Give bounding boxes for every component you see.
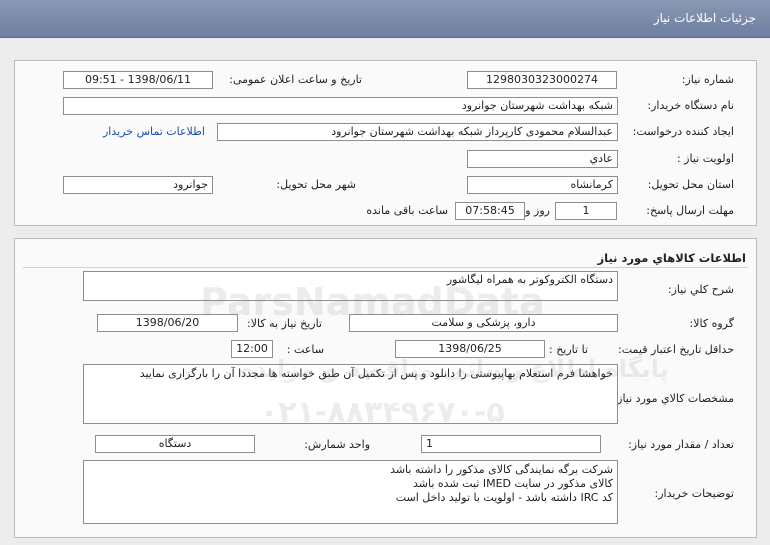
deadline-time-field: 07:58:45 <box>455 202 525 220</box>
group-label: گروه کالا: <box>689 317 734 330</box>
buyer-notes-label: توضيحات خريدار: <box>654 487 735 500</box>
min-validity-label: حداقل تاريخ اعتبار قيمت: <box>618 343 734 356</box>
goods-section-title: اطلاعات کالاهاي مورد نياز <box>597 251 746 265</box>
province-field: کرمانشاه <box>467 176 618 194</box>
need-info-panel: شماره نياز: 1298030323000274 تاريخ و ساع… <box>14 60 757 226</box>
announce-date-field: 1398/06/11 - 09:51 <box>63 71 213 89</box>
specs-field: خواهشا فرم استعلام بهاپیوستی را دانلود و… <box>83 364 618 424</box>
need-number-label: شماره نياز: <box>681 73 734 86</box>
buyer-note-line: کد IRC داشته باشد - اولویت با تولید داخل… <box>395 491 613 504</box>
unit-field: دستگاه <box>95 435 255 453</box>
buyer-note-line: شرکت برگه نمایندگی کالای مذکور را داشته … <box>390 463 613 476</box>
group-field: دارو، پزشکی و سلامت <box>349 314 618 332</box>
priority-label: اولويت نياز : <box>676 152 734 165</box>
goods-info-panel: اطلاعات کالاهاي مورد نياز شرح کلي نياز: … <box>14 238 757 538</box>
buyer-notes-field: شرکت برگه نمایندگی کالای مذکور را داشته … <box>83 460 618 524</box>
remaining-label: ساعت باقی مانده <box>366 204 448 217</box>
creator-label: ايجاد کننده درخواست: <box>632 125 734 138</box>
deadline-days-field: 1 <box>555 202 617 220</box>
buyer-field: شبکه بهداشت شهرستان جوانرود <box>63 97 618 115</box>
deadline-label: مهلت ارسال پاسخ: <box>646 204 734 217</box>
buyer-contact-link[interactable]: اطلاعات تماس خريدار <box>103 125 205 138</box>
city-field: جوانرود <box>63 176 213 194</box>
buyer-label: نام دستگاه خريدار: <box>647 99 734 112</box>
time-label: ساعت : <box>286 343 324 356</box>
until-date-label: تا تاريخ : <box>549 343 588 356</box>
buyer-note-line: کالای مذکور در سایت IMED ثبت شده باشد <box>413 477 613 490</box>
unit-label: واحد شمارش: <box>304 438 370 451</box>
need-date-label: تاريخ نياز به کالا: <box>247 317 322 330</box>
description-label: شرح کلي نياز: <box>667 283 734 296</box>
description-field: دستگاه الکتروکوتر به همراه ليگاشور <box>83 271 618 301</box>
quantity-label: تعداد / مقدار مورد نياز: <box>628 438 734 451</box>
page-title: جزئيات اطلاعات نياز <box>653 11 756 25</box>
section-divider <box>23 267 748 268</box>
announce-date-label: تاريخ و ساعت اعلان عمومی: <box>229 73 362 86</box>
page-header: جزئيات اطلاعات نياز <box>0 0 770 38</box>
quantity-field: 1 <box>421 435 601 453</box>
until-date-field: 1398/06/25 <box>395 340 545 358</box>
city-label: شهر محل تحويل: <box>276 178 356 191</box>
need-date-field: 1398/06/20 <box>97 314 238 332</box>
priority-field: عادي <box>467 150 618 168</box>
specs-label: مشخصات کالاي مورد نياز: <box>613 392 734 405</box>
province-label: استان محل تحويل: <box>647 178 734 191</box>
creator-field: عبدالسلام محمودی کارپرداز شبکه بهداشت شه… <box>217 123 618 141</box>
time-field: 12:00 <box>231 340 273 358</box>
need-number-field: 1298030323000274 <box>467 71 617 89</box>
days-label: روز و <box>525 204 550 217</box>
